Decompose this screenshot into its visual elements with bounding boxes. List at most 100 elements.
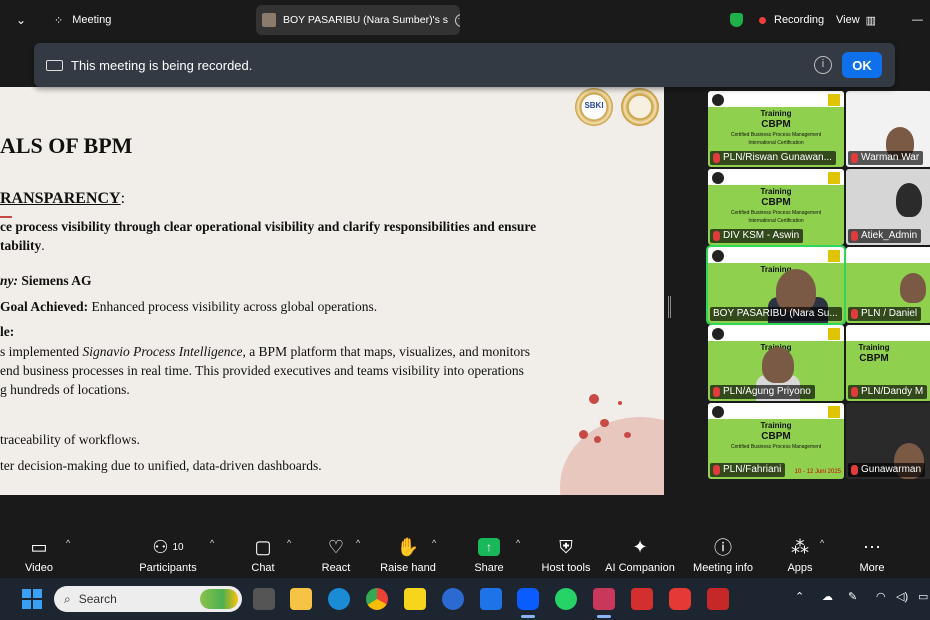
muted-mic-icon bbox=[851, 465, 858, 475]
edge-browser-icon[interactable] bbox=[328, 588, 350, 610]
cloud-icon[interactable]: ☁ bbox=[822, 590, 833, 603]
chat-button[interactable]: ▢ Chat bbox=[248, 528, 278, 578]
task-view-icon[interactable] bbox=[253, 588, 275, 610]
volume-icon[interactable]: ◁) bbox=[896, 590, 908, 603]
muted-mic-icon bbox=[851, 387, 858, 397]
security-shield-icon bbox=[730, 13, 743, 27]
whatsapp-icon[interactable] bbox=[555, 588, 577, 610]
training-date: 10 - 12 Juni 2025 bbox=[794, 469, 841, 475]
slide-decor-dot bbox=[589, 394, 599, 404]
ok-button[interactable]: OK bbox=[842, 52, 882, 78]
slide-bullet-1: traceability of workflows. bbox=[0, 432, 140, 447]
participant-tile[interactable]: Gunawarman bbox=[846, 403, 930, 479]
powerpoint-window-icon[interactable] bbox=[593, 588, 615, 610]
collapse-chevron-icon[interactable]: ⌄ bbox=[16, 0, 26, 40]
wifi-icon[interactable]: ◠ bbox=[876, 590, 886, 603]
react-button[interactable]: ♡ React bbox=[320, 528, 352, 578]
mail-app-icon[interactable] bbox=[442, 588, 464, 610]
active-window-indicator bbox=[597, 615, 611, 618]
hand-icon: ✋ bbox=[396, 536, 420, 557]
ai-companion-button[interactable]: ✦ AI Companion bbox=[604, 528, 676, 578]
participant-tile[interactable]: Warman War bbox=[846, 91, 930, 167]
slide-accent-mark bbox=[0, 216, 12, 218]
info-icon[interactable]: i bbox=[814, 56, 832, 74]
active-speaker-pill[interactable]: BOY PASARIBU (Nara Sumber)'s s ··· bbox=[256, 5, 460, 35]
video-options-caret-icon[interactable]: ^ bbox=[66, 538, 70, 548]
share-options-caret-icon[interactable]: ^ bbox=[516, 538, 520, 548]
view-button[interactable]: View ▥ bbox=[836, 0, 876, 40]
muted-mic-icon bbox=[713, 465, 720, 475]
share-screen-icon: ↑ bbox=[478, 535, 500, 559]
split-resize-handle[interactable] bbox=[668, 296, 671, 318]
certification-seal-logo bbox=[621, 88, 659, 126]
slide-decor-dot bbox=[624, 432, 631, 438]
slide-example-line-3: g hundreds of locations. bbox=[0, 382, 130, 397]
apps-options-caret-icon[interactable]: ^ bbox=[820, 538, 824, 548]
participant-tile[interactable]: Training CBPM Certified Business Process … bbox=[708, 403, 844, 479]
windows-taskbar: ⌕ Search ⌃ ☁ ✎ ◠ ◁) ▭ bbox=[0, 578, 930, 620]
participant-tile[interactable]: Atiek_Admin bbox=[846, 169, 930, 245]
windows-start-icon[interactable] bbox=[22, 589, 42, 609]
participants-button[interactable]: ⚇ 10 Participants bbox=[138, 528, 198, 578]
file-explorer-icon[interactable] bbox=[290, 588, 312, 610]
recording-notice-banner: This meeting is being recorded. i OK bbox=[34, 43, 895, 87]
recording-label: Recording bbox=[774, 14, 825, 26]
video-camera-icon: ▭ bbox=[30, 536, 48, 557]
host-shield-icon: ⛨ bbox=[559, 536, 573, 557]
sbki-seal-logo: SBKI bbox=[575, 88, 613, 126]
todo-check-icon[interactable] bbox=[480, 588, 502, 610]
meeting-menu[interactable]: ⁘ Meeting bbox=[54, 0, 111, 40]
pen-input-icon[interactable]: ✎ bbox=[848, 590, 857, 603]
participant-tile-active-speaker[interactable]: Training BOY PASARIBU (Nara Su... bbox=[706, 245, 846, 325]
slide-company: ny: Siemens AG bbox=[0, 273, 92, 288]
sticky-notes-icon[interactable] bbox=[404, 588, 426, 610]
slide-example-label: le: bbox=[0, 324, 15, 339]
raise-hand-options-caret-icon[interactable]: ^ bbox=[432, 538, 436, 548]
battery-icon[interactable]: ▭ bbox=[918, 590, 928, 603]
taskbar-search-box[interactable]: ⌕ Search bbox=[54, 586, 242, 612]
participant-gallery: Training CBPM Certified Business Process … bbox=[706, 91, 930, 479]
muted-mic-icon bbox=[851, 309, 858, 319]
video-button[interactable]: ▭ Video bbox=[22, 528, 56, 578]
info-circle-icon: ⓘ bbox=[714, 538, 732, 558]
muted-mic-icon bbox=[851, 231, 858, 241]
mcafee-icon[interactable] bbox=[707, 588, 729, 610]
recording-dot-icon bbox=[759, 16, 766, 24]
more-options-icon[interactable]: ··· bbox=[455, 13, 460, 27]
participant-tile[interactable]: Training CBPM Certified Business Process … bbox=[708, 91, 844, 167]
participant-name: PLN/Agung Priyono bbox=[710, 385, 815, 399]
meeting-label: Meeting bbox=[72, 14, 112, 26]
acrobat-icon[interactable] bbox=[631, 588, 653, 610]
slide-heading: RANSPARENCY: bbox=[0, 190, 126, 207]
react-options-caret-icon[interactable]: ^ bbox=[356, 538, 360, 548]
zoom-app-icon[interactable] bbox=[517, 588, 539, 610]
participants-options-caret-icon[interactable]: ^ bbox=[210, 538, 214, 548]
wps-icon[interactable] bbox=[669, 588, 691, 610]
meeting-info-button[interactable]: ⓘ Meeting info bbox=[690, 528, 756, 578]
participant-tile[interactable]: PLN / Daniel bbox=[846, 247, 930, 323]
participant-tile[interactable]: Training CBPM PLN/Dandy M bbox=[846, 325, 930, 401]
participants-group-icon: ⁘ bbox=[54, 14, 64, 27]
more-dots-icon: ⋯ bbox=[863, 536, 881, 557]
participant-tile[interactable]: Training PLN/Agung Priyono bbox=[708, 325, 844, 401]
search-icon: ⌕ bbox=[64, 591, 71, 606]
chrome-icon[interactable] bbox=[366, 588, 388, 610]
tray-overflow-icon[interactable]: ⌃ bbox=[795, 590, 804, 603]
apps-button[interactable]: ⁂ Apps bbox=[784, 528, 816, 578]
slide-example-line-2: end business processes in real time. Thi… bbox=[0, 363, 524, 378]
chat-options-caret-icon[interactable]: ^ bbox=[287, 538, 291, 548]
raise-hand-button[interactable]: ✋ Raise hand bbox=[380, 528, 436, 578]
host-tools-button[interactable]: ⛨ Host tools bbox=[538, 528, 594, 578]
slide-decor-dot bbox=[594, 436, 601, 443]
participant-name: BOY PASARIBU (Nara Su... bbox=[710, 307, 842, 321]
share-button[interactable]: ↑ Share bbox=[472, 528, 506, 578]
muted-mic-icon bbox=[713, 153, 720, 163]
camera-record-icon bbox=[46, 59, 63, 71]
minimize-icon[interactable]: — bbox=[912, 0, 923, 40]
participant-name: PLN/Dandy M bbox=[848, 385, 928, 399]
participant-name: PLN/Fahriani bbox=[710, 463, 786, 477]
participant-tile[interactable]: Training CBPM Certified Business Process … bbox=[708, 169, 844, 245]
participant-name: Atiek_Admin bbox=[848, 229, 922, 243]
recording-status[interactable]: Recording bbox=[730, 0, 824, 40]
more-button[interactable]: ⋯ More bbox=[856, 528, 888, 578]
